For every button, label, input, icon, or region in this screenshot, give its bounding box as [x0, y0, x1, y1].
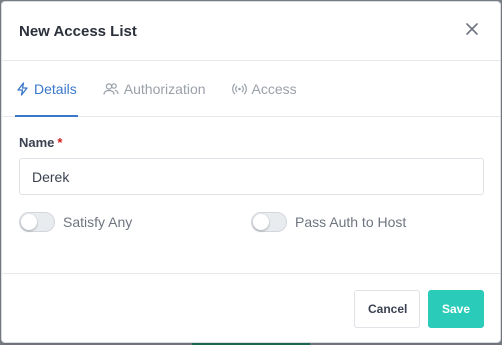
- tab-authorization[interactable]: Authorization: [102, 61, 207, 116]
- tab-bar: Details Authorization Access: [2, 61, 500, 117]
- save-button[interactable]: Save: [428, 290, 484, 328]
- name-label-text: Name: [19, 135, 55, 150]
- new-access-list-modal: New Access List Details Authorization Ac…: [1, 1, 501, 343]
- tab-details[interactable]: Details: [15, 61, 78, 117]
- details-panel: Name* Satisfy Any Pass Auth to Host: [2, 117, 500, 274]
- pass-auth-label: Pass Auth to Host: [295, 214, 407, 230]
- close-icon: [466, 22, 478, 40]
- pass-auth-switch[interactable]: [251, 212, 287, 232]
- name-input[interactable]: [19, 158, 484, 195]
- radio-waves-icon: [231, 83, 247, 95]
- satisfy-any-toggle[interactable]: Satisfy Any: [19, 212, 251, 232]
- name-label: Name *: [19, 135, 483, 150]
- satisfy-any-switch[interactable]: [19, 212, 55, 232]
- tab-details-label: Details: [34, 80, 77, 97]
- modal-header: New Access List: [2, 2, 500, 61]
- cancel-button[interactable]: Cancel: [354, 290, 420, 328]
- tab-access-label: Access: [251, 80, 297, 97]
- lightning-icon: [16, 81, 29, 96]
- pass-auth-toggle[interactable]: Pass Auth to Host: [251, 212, 483, 232]
- switch-knob: [253, 214, 269, 230]
- tab-authorization-label: Authorization: [123, 80, 206, 97]
- users-icon: [103, 82, 119, 96]
- tab-access[interactable]: Access: [231, 61, 298, 116]
- close-button[interactable]: [461, 20, 483, 42]
- required-mark: *: [57, 135, 63, 150]
- satisfy-any-label: Satisfy Any: [63, 214, 133, 230]
- modal-title: New Access List: [19, 22, 137, 40]
- toggle-row: Satisfy Any Pass Auth to Host: [19, 212, 483, 232]
- modal-footer: Cancel Save: [2, 274, 500, 328]
- switch-knob: [21, 214, 37, 230]
